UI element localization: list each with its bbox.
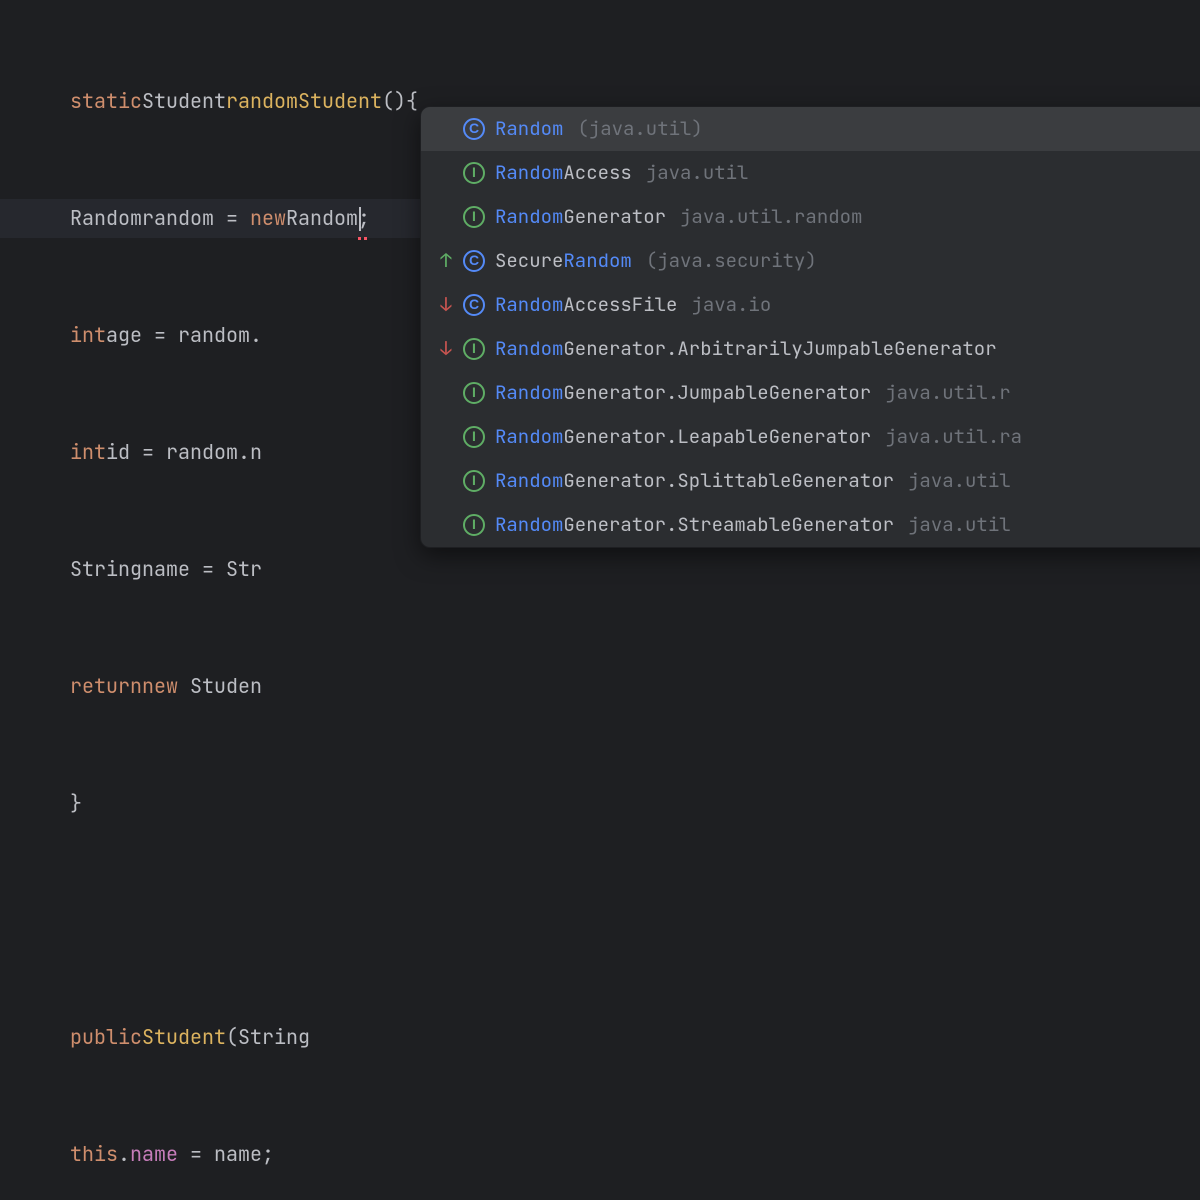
autocomplete-item-label: RandomGenerator.JumpableGeneratorjava.ut… — [495, 374, 1011, 411]
autocomplete-item[interactable]: ↓ I RandomGenerator.ArbitrarilyJumpableGen… — [421, 327, 1200, 371]
class-icon: C — [463, 118, 485, 140]
autocomplete-item[interactable]: I RandomGeneratorjava.util.random — [421, 195, 1200, 239]
class-icon: C — [463, 250, 485, 272]
package-label: java.util — [646, 154, 749, 191]
interface-icon: I — [463, 514, 485, 536]
package-label: (java.security) — [646, 242, 817, 279]
autocomplete-item-label: RandomGenerator.StreamableGeneratorjava.… — [495, 506, 1011, 543]
autocomplete-item[interactable]: ↑ C SecureRandom(java.security) — [421, 239, 1200, 283]
autocomplete-item[interactable]: I RandomGenerator.StreamableGeneratorjava… — [421, 503, 1200, 547]
interface-icon: I — [463, 426, 485, 448]
autocomplete-item-label: RandomAccessFilejava.io — [495, 286, 771, 323]
class-icon: C — [463, 294, 485, 316]
autocomplete-item-label: RandomAccessjava.util — [495, 154, 748, 191]
relevance-up-icon: ↑ — [439, 242, 453, 279]
package-label: java.util.ra — [885, 418, 1022, 455]
autocomplete-item[interactable]: ↓ C RandomAccessFilejava.io — [421, 283, 1200, 327]
interface-icon: I — [463, 162, 485, 184]
relevance-down-icon: ↓ — [439, 330, 453, 367]
package-label: java.util — [908, 462, 1011, 499]
interface-icon: I — [463, 470, 485, 492]
relevance-down-icon: ↓ — [439, 286, 453, 323]
code-line: return new Studen — [70, 667, 1200, 706]
package-label: java.io — [691, 286, 771, 323]
package-label: java.util.r — [885, 374, 1010, 411]
package-label: java.util — [908, 506, 1011, 543]
autocomplete-item[interactable]: I RandomGenerator.SplittableGeneratorjava… — [421, 459, 1200, 503]
interface-icon: I — [463, 206, 485, 228]
autocomplete-item[interactable]: I RandomGenerator.JumpableGeneratorjava.u… — [421, 371, 1200, 415]
autocomplete-item-label: RandomGenerator.ArbitrarilyJumpableGener… — [495, 330, 997, 367]
code-line-blank — [70, 901, 1200, 940]
autocomplete-item-label: RandomGeneratorjava.util.random — [495, 198, 862, 235]
autocomplete-item[interactable]: I RandomGenerator.LeapableGeneratorjava.u… — [421, 415, 1200, 459]
autocomplete-item[interactable]: I RandomAccessjava.util — [421, 151, 1200, 195]
autocomplete-item-label: SecureRandom(java.security) — [495, 242, 817, 279]
autocomplete-popup[interactable]: C Random(java.util) I RandomAccessjava.util… — [420, 106, 1200, 548]
code-line: public Student(String — [70, 1018, 1200, 1057]
code-line: this.name = name; — [70, 1135, 1200, 1174]
code-line: } — [70, 784, 1200, 823]
interface-icon: I — [463, 338, 485, 360]
autocomplete-item-label: RandomGenerator.SplittableGeneratorjava.… — [495, 462, 1011, 499]
code-line: String name = Str — [70, 550, 1200, 589]
autocomplete-item-label: RandomGenerator.LeapableGeneratorjava.ut… — [495, 418, 1022, 455]
autocomplete-item-label: Random(java.util) — [495, 110, 703, 147]
interface-icon: I — [463, 382, 485, 404]
autocomplete-item[interactable]: C Random(java.util) — [421, 107, 1200, 151]
package-label: (java.util) — [577, 110, 702, 147]
package-label: java.util.random — [680, 198, 862, 235]
